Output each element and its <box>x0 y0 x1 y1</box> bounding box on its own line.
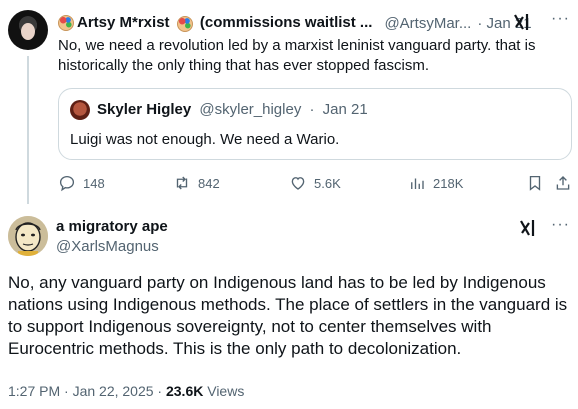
author-name[interactable]: Skyler Higley <box>97 101 191 118</box>
main-tweet: a migratory ape @XarlsMagnus ··· No, any… <box>0 200 578 409</box>
views-count: 218K <box>433 175 464 191</box>
post-meta: 1:27 PM · Jan 22, 2025 · 23.6K Views <box>8 383 244 399</box>
author-handle[interactable]: @skyler_higley <box>199 101 301 118</box>
like-button[interactable]: 5.6K <box>289 172 341 194</box>
author-name[interactable]: Artsy M*rxist (commissions waitlist ... <box>77 14 372 32</box>
author-name[interactable]: a migratory ape <box>56 218 168 235</box>
quoted-tweet[interactable]: Skyler Higley @skyler_higley · Jan 21 Lu… <box>58 88 572 160</box>
author-handle[interactable]: @ArtsyMar... <box>384 15 471 32</box>
share-button[interactable] <box>554 172 572 194</box>
post-text: No, we need a revolution led by a marxis… <box>58 37 536 74</box>
post-text: No, any vanguard party on Indigenous lan… <box>8 273 568 358</box>
artist-palette-icon <box>176 15 193 32</box>
post-date[interactable]: Jan 21 <box>323 101 368 118</box>
quote-text: Luigi was not enough. We need a Wario. <box>70 131 340 148</box>
views-label: Views <box>207 383 245 399</box>
reply-count: 148 <box>83 175 105 191</box>
avatar[interactable] <box>8 216 48 256</box>
quote-header: Skyler Higley @skyler_higley · Jan 21 <box>97 101 368 118</box>
grok-icon[interactable] <box>512 12 532 32</box>
repost-icon <box>176 176 188 190</box>
thread-line <box>27 56 29 204</box>
more-options-icon[interactable]: ··· <box>551 216 570 234</box>
grok-icon[interactable] <box>518 218 538 238</box>
repost-count: 842 <box>198 175 220 191</box>
avatar-illustration <box>8 216 48 256</box>
timestamp[interactable]: 1:27 PM · Jan 22, 2025 · <box>8 383 162 399</box>
views-count: 23.6K <box>165 383 204 399</box>
like-count: 5.6K <box>314 175 341 191</box>
analytics-icon <box>411 178 424 189</box>
heart-icon <box>291 177 305 190</box>
reply-header: Artsy M*rxist (commissions waitlist ... … <box>58 12 568 34</box>
repost-button[interactable]: 842 <box>173 172 220 194</box>
separator: · <box>309 101 315 118</box>
reply-tweet[interactable]: Artsy M*rxist (commissions waitlist ... … <box>0 0 578 204</box>
avatar[interactable] <box>70 100 90 120</box>
reply-icon <box>59 175 75 192</box>
avatar[interactable] <box>8 10 48 50</box>
author-handle[interactable]: @XarlsMagnus <box>56 238 159 255</box>
reply-button[interactable]: 148 <box>58 172 105 194</box>
action-bar: 148 842 5.6K 218K <box>58 172 572 194</box>
share-icon <box>556 176 570 190</box>
more-options-icon[interactable]: ··· <box>551 10 570 28</box>
views-button[interactable]: 218K <box>408 172 463 194</box>
artist-palette-icon <box>58 15 74 31</box>
bookmark-icon <box>529 175 541 191</box>
bookmark-button[interactable] <box>526 172 544 194</box>
